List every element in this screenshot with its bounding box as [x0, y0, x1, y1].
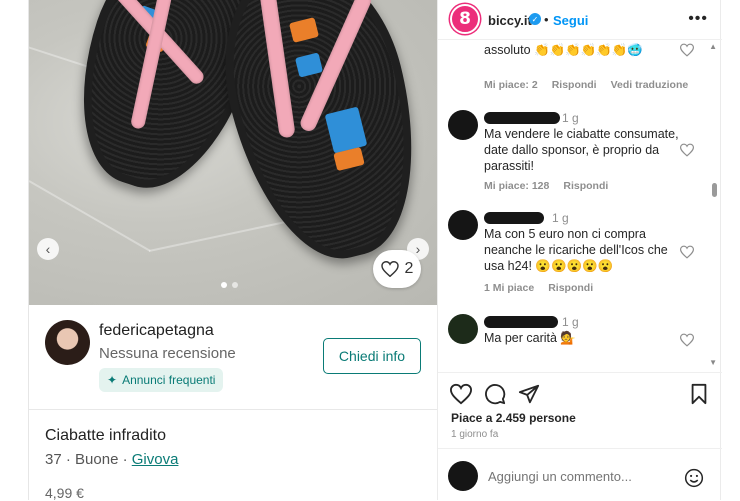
- photo-pagination: [221, 282, 238, 288]
- more-options-icon[interactable]: •••: [688, 10, 708, 28]
- comment-actions: 1 Mi piace Rispondi: [484, 282, 593, 294]
- commenter-avatar[interactable]: [448, 314, 478, 344]
- commenter-avatar[interactable]: [448, 210, 478, 240]
- scroll-up-arrow-icon[interactable]: ▲: [709, 42, 717, 51]
- favorite-button[interactable]: 2: [373, 250, 421, 288]
- pagination-dot[interactable]: [221, 282, 227, 288]
- account-name[interactable]: biccy.it: [488, 13, 532, 28]
- meta-separator: ·: [65, 451, 71, 468]
- like-icon[interactable]: [450, 383, 472, 405]
- post-action-bar: [438, 372, 722, 416]
- post-date[interactable]: 1 giorno fa: [451, 429, 498, 440]
- item-meta: 37 · Buone · Givova: [45, 451, 178, 468]
- item-details: Ciabatte infradito 37 · Buone · Givova 4…: [29, 411, 437, 501]
- badge-label: Annunci frequenti: [122, 373, 216, 387]
- listing-photo[interactable]: ‹ › 2: [29, 0, 437, 305]
- heart-icon: [380, 261, 399, 277]
- account-avatar[interactable]: 8: [450, 4, 480, 34]
- comment-like-count[interactable]: 1 Mi piace: [484, 282, 534, 294]
- item-brand-link[interactable]: Givova: [132, 451, 179, 468]
- chevron-right-icon: ›: [415, 241, 421, 257]
- item-condition: Buone: [75, 451, 119, 468]
- comment-actions: Mi piace: 2 Rispondi Vedi traduzione: [484, 79, 688, 91]
- frequent-listings-badge: ✦ Annunci frequenti: [99, 368, 224, 392]
- right-sandal: [200, 0, 437, 277]
- comment-like-icon[interactable]: [680, 143, 694, 157]
- post-likes[interactable]: Piace a 2.459 persone: [451, 411, 576, 425]
- meta-separator: ·: [122, 451, 128, 468]
- comment-like-count[interactable]: Mi piace: 128: [484, 180, 549, 192]
- share-icon[interactable]: [518, 383, 540, 405]
- item-title: Ciabatte infradito: [45, 427, 166, 444]
- commenter-name-redacted[interactable]: [484, 316, 558, 328]
- comment-like-icon[interactable]: [680, 245, 694, 259]
- user-avatar: [448, 461, 478, 491]
- instagram-panel: 8 biccy.it ✓ • Segui ••• assoluto 👏👏👏👏👏👏…: [437, 0, 722, 500]
- comment-reply[interactable]: Rispondi: [548, 282, 593, 294]
- comment-text: Ma vendere le ciabatte consumate, date d…: [484, 127, 679, 173]
- comment-input[interactable]: [488, 469, 678, 484]
- comments-list[interactable]: assoluto 👏👏👏👏👏👏🥶 Mi piace: 2 Rispondi Ve…: [438, 40, 722, 370]
- comment-time: 1 g: [552, 211, 569, 225]
- favorite-count: 2: [404, 260, 414, 277]
- item-size: 37: [45, 451, 62, 468]
- post-header: 8 biccy.it ✓ • Segui •••: [438, 0, 722, 40]
- pagination-dot[interactable]: [232, 282, 238, 288]
- comment-text: Ma per carità 💁: [484, 331, 576, 345]
- item-price: 4,99 €: [45, 485, 84, 501]
- comment-time: 1 g: [562, 111, 579, 125]
- emoji-icon[interactable]: [684, 468, 704, 488]
- add-comment-bar: [438, 448, 722, 500]
- comment-like-icon[interactable]: [680, 43, 694, 57]
- header-separator: •: [544, 12, 549, 27]
- listing-panel: ‹ › 2 federicapetagna Nessuna recensione…: [28, 0, 437, 501]
- scroll-down-arrow-icon[interactable]: ▼: [709, 358, 717, 367]
- photo-prev-button[interactable]: ‹: [37, 238, 59, 260]
- commenter-avatar[interactable]: [448, 110, 478, 140]
- comment-translate[interactable]: Vedi traduzione: [611, 79, 689, 91]
- sparkle-icon: ✦: [107, 373, 118, 387]
- seller-avatar[interactable]: [45, 320, 90, 365]
- comment-text: Ma con 5 euro non ci compra neanche le r…: [484, 227, 668, 273]
- ask-info-button[interactable]: Chiedi info: [323, 338, 421, 374]
- comment-like-icon[interactable]: [680, 333, 694, 347]
- bookmark-icon[interactable]: [688, 383, 710, 405]
- verified-badge-icon: ✓: [529, 13, 541, 25]
- commenter-name-redacted[interactable]: [484, 112, 560, 124]
- comment-time: 1 g: [562, 315, 579, 329]
- comment-icon[interactable]: [484, 383, 506, 405]
- seller-section: federicapetagna Nessuna recensione ✦ Ann…: [29, 305, 437, 410]
- seller-name[interactable]: federicapetagna: [99, 322, 214, 340]
- seller-reviews: Nessuna recensione: [99, 345, 236, 362]
- scrollbar-thumb[interactable]: [712, 183, 717, 197]
- comment-like-count[interactable]: Mi piace: 2: [484, 79, 538, 91]
- comment-reply[interactable]: Rispondi: [563, 180, 608, 192]
- comment-text: assoluto 👏👏👏👏👏👏🥶: [484, 43, 643, 57]
- chevron-left-icon: ‹: [45, 241, 51, 257]
- comment-reply[interactable]: Rispondi: [552, 79, 597, 91]
- comment-actions: Mi piace: 128 Rispondi: [484, 180, 608, 192]
- follow-button[interactable]: Segui: [553, 13, 588, 28]
- commenter-name-redacted[interactable]: [484, 212, 544, 224]
